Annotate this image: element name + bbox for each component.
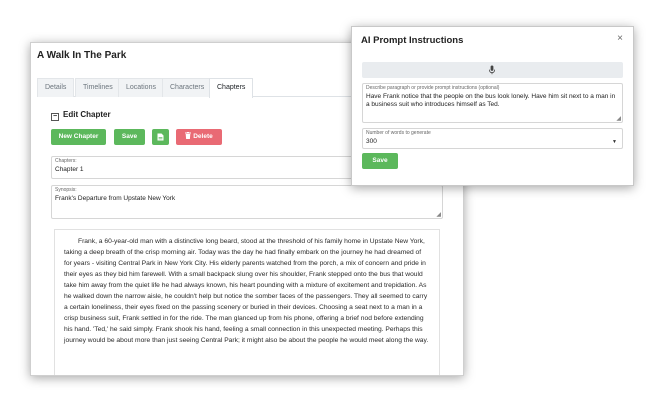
prompt-textarea[interactable]: Describe paragraph or provide prompt ins… bbox=[362, 83, 623, 123]
page-title: A Walk In The Park bbox=[37, 50, 127, 61]
delete-button[interactable]: Delete bbox=[176, 129, 222, 145]
close-icon[interactable]: × bbox=[617, 33, 623, 44]
edit-chapter-header[interactable]: − Edit Chapter bbox=[51, 110, 111, 121]
resize-handle-icon[interactable]: ◢ bbox=[436, 212, 441, 218]
word-count-label: Number of words to generate bbox=[366, 130, 431, 136]
synopsis-textarea[interactable]: Synopsis: Frank's Departure from Upstate… bbox=[51, 185, 443, 219]
save-button[interactable]: Save bbox=[114, 129, 145, 145]
generate-save-button[interactable]: Save bbox=[362, 153, 398, 169]
edit-chapter-title: Edit Chapter bbox=[63, 110, 111, 119]
tab-locations[interactable]: Locations bbox=[118, 78, 164, 97]
dialog-title: AI Prompt Instructions bbox=[361, 35, 464, 46]
tab-chapters[interactable]: Chapters bbox=[209, 78, 254, 98]
document-icon bbox=[157, 133, 164, 141]
export-document-button[interactable] bbox=[152, 129, 169, 145]
ai-prompt-dialog: AI Prompt Instructions × Describe paragr… bbox=[351, 26, 634, 186]
chapters-label: Chapters: bbox=[55, 158, 77, 164]
collapse-icon[interactable]: − bbox=[51, 113, 59, 121]
word-count-select[interactable]: Number of words to generate 300 ▼ bbox=[362, 128, 623, 149]
word-count-value: 300 bbox=[366, 138, 377, 145]
prompt-value: Have Frank notice that the people on the… bbox=[366, 93, 616, 108]
story-text-editor[interactable]: Frank, a 60-year-old man with a distinct… bbox=[54, 229, 440, 375]
trash-icon bbox=[185, 132, 192, 139]
chapters-value: Chapter 1 bbox=[55, 166, 84, 173]
prompt-label: Describe paragraph or provide prompt ins… bbox=[366, 85, 500, 91]
tab-details[interactable]: Details bbox=[37, 78, 75, 97]
tab-timelines[interactable]: Timelines bbox=[75, 78, 121, 97]
microphone-icon bbox=[489, 65, 495, 75]
new-chapter-button[interactable]: New Chapter bbox=[51, 129, 106, 145]
resize-handle-icon[interactable]: ◢ bbox=[616, 116, 621, 122]
tab-characters[interactable]: Characters bbox=[162, 78, 213, 97]
synopsis-value: Frank's Departure from Upstate New York bbox=[55, 195, 176, 202]
dropdown-arrow-icon: ▼ bbox=[612, 139, 617, 145]
delete-button-label: Delete bbox=[193, 133, 213, 140]
voice-input-button[interactable] bbox=[362, 62, 623, 78]
synopsis-label: Synopsis: bbox=[55, 187, 77, 193]
